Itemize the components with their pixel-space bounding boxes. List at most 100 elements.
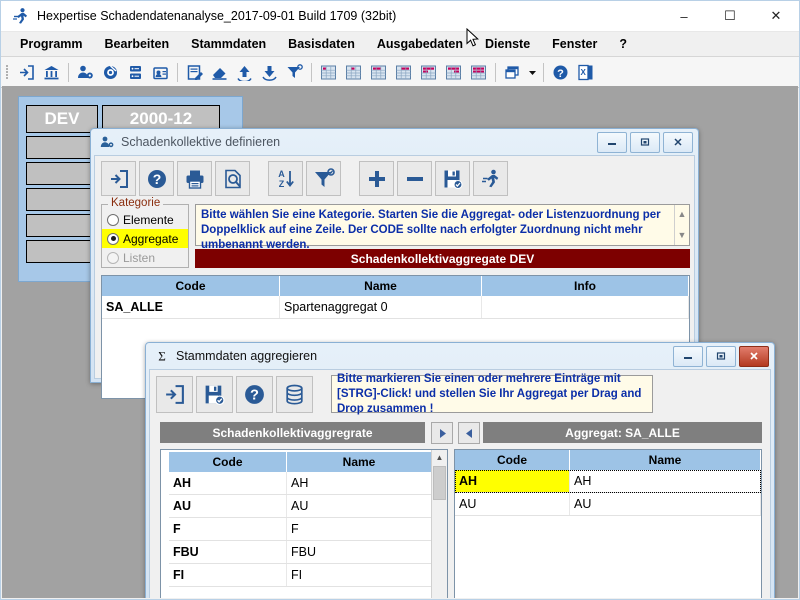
sort-az-icon[interactable]: AZ xyxy=(268,161,303,196)
target-icon[interactable] xyxy=(98,59,123,85)
menu-fenster[interactable]: Fenster xyxy=(541,35,608,53)
save-icon[interactable] xyxy=(196,375,233,413)
move-left-button[interactable] xyxy=(458,422,480,444)
table-row[interactable]: F F xyxy=(169,518,432,541)
excel-export-icon[interactable]: X xyxy=(573,59,598,85)
scroll-down-icon[interactable]: ▼ xyxy=(678,228,687,243)
radio-option-listen[interactable]: Listen xyxy=(102,248,188,267)
dialog2-body: ? Bitte markieren Sie einen oder mehrere… xyxy=(149,369,771,598)
window-list-icon[interactable] xyxy=(500,59,525,85)
dialog1-close-button[interactable] xyxy=(663,131,693,153)
help-icon[interactable]: ? xyxy=(236,375,273,413)
filter-icon[interactable] xyxy=(306,161,341,196)
print-icon[interactable] xyxy=(177,161,212,196)
upload-icon[interactable] xyxy=(232,59,257,85)
run-icon[interactable] xyxy=(473,161,508,196)
column-header-name[interactable]: Name xyxy=(570,450,761,470)
exit-icon[interactable] xyxy=(101,161,136,196)
column-header-name[interactable]: Name xyxy=(280,276,482,296)
dialog2-minimize-button[interactable] xyxy=(673,345,703,367)
form-edit-icon[interactable] xyxy=(182,59,207,85)
table-row[interactable]: AH AH xyxy=(455,470,761,493)
minimize-button[interactable]: – xyxy=(661,1,707,31)
dialog1-restore-button[interactable] xyxy=(630,131,660,153)
dialog2-left-grid[interactable]: Code Name AH AH AU AU F F FBU FBU FI FI … xyxy=(160,449,448,598)
column-header-code[interactable]: Code xyxy=(169,452,287,472)
left-grid-header: Code Name xyxy=(169,452,432,472)
save-icon[interactable] xyxy=(435,161,470,196)
eraser-icon[interactable] xyxy=(207,59,232,85)
minus-icon[interactable] xyxy=(397,161,432,196)
radio-option-aggregate[interactable]: Aggregate xyxy=(102,229,188,248)
dialog2-restore-button[interactable] xyxy=(706,345,736,367)
column-header-info[interactable]: Info xyxy=(482,276,689,296)
filter-settings-icon[interactable] xyxy=(282,59,307,85)
scroll-up-icon[interactable]: ▲ xyxy=(678,207,687,222)
menu-bearbeiten[interactable]: Bearbeiten xyxy=(94,35,181,53)
column-header-name[interactable]: Name xyxy=(287,452,432,472)
dialog1-minimize-button[interactable] xyxy=(597,131,627,153)
toolbar-separator xyxy=(543,62,544,82)
print-preview-icon[interactable] xyxy=(215,161,250,196)
cell-name: AU xyxy=(570,493,761,515)
svg-text:?: ? xyxy=(250,387,259,403)
table-row[interactable]: AU AU xyxy=(169,495,432,518)
dialog1-titlebar[interactable]: Schadenkollektive definieren xyxy=(91,129,698,155)
exit-icon[interactable] xyxy=(14,59,39,85)
table-icon-5[interactable] xyxy=(416,59,441,85)
dropdown-arrow-icon[interactable] xyxy=(525,59,539,85)
svg-text:A: A xyxy=(278,169,285,179)
exit-icon[interactable] xyxy=(156,375,193,413)
svg-text:Z: Z xyxy=(278,179,284,189)
column-header-code[interactable]: Code xyxy=(102,276,280,296)
menu-stammdaten[interactable]: Stammdaten xyxy=(180,35,277,53)
svg-text:Σ: Σ xyxy=(158,349,166,363)
plus-icon[interactable] xyxy=(359,161,394,196)
scroll-thumb[interactable] xyxy=(433,466,446,500)
dialog2-titlebar[interactable]: Σ Stammdaten aggregieren xyxy=(146,343,774,369)
table-row[interactable]: AH AH xyxy=(169,472,432,495)
dialog2-close-button[interactable] xyxy=(739,345,769,367)
table-row[interactable]: FI FI xyxy=(169,564,432,587)
table-icon-7[interactable] xyxy=(466,59,491,85)
menu-dienste[interactable]: Dienste xyxy=(474,35,541,53)
dialog2-right-grid[interactable]: Code Name AH AH AU AU xyxy=(454,449,762,598)
table-icon-3[interactable] xyxy=(366,59,391,85)
column-header-code[interactable]: Code xyxy=(455,450,570,470)
main-window-controls: – ☐ ✕ xyxy=(661,1,799,31)
radio-option-elemente[interactable]: Elemente xyxy=(102,210,188,229)
table-icon-2[interactable] xyxy=(341,59,366,85)
close-button[interactable]: ✕ xyxy=(753,1,799,31)
table-row[interactable]: FBU FBU xyxy=(169,541,432,564)
table-icon-4[interactable] xyxy=(391,59,416,85)
toolbar-grip[interactable] xyxy=(4,63,11,81)
bank-icon[interactable] xyxy=(39,59,64,85)
cell-name: F xyxy=(287,518,432,540)
download-icon[interactable] xyxy=(257,59,282,85)
user-settings-icon[interactable] xyxy=(73,59,98,85)
database-icon[interactable] xyxy=(276,375,313,413)
scroll-up-icon[interactable]: ▲ xyxy=(432,450,447,464)
table-icon-6[interactable] xyxy=(441,59,466,85)
main-title-text: Hexpertise Schadendatenanalyse_2017-09-0… xyxy=(37,9,397,23)
dialog2-toolbar: ? Bitte markieren Sie einen oder mehrere… xyxy=(150,370,770,418)
left-grid-scrollbar[interactable]: ▲ xyxy=(431,450,447,598)
hint-scrollbar[interactable]: ▲ ▼ xyxy=(674,205,689,245)
table-row[interactable]: SA_ALLE Spartenaggregat 0 xyxy=(102,296,689,319)
radio-label: Elemente xyxy=(123,212,174,227)
dialog-stammdaten-aggregieren[interactable]: Σ Stammdaten aggregieren ? Bitte markier… xyxy=(145,342,775,598)
table-row[interactable]: AU AU xyxy=(455,493,761,516)
server-icon[interactable] xyxy=(123,59,148,85)
menu-help[interactable]: ? xyxy=(608,35,638,53)
move-right-button[interactable] xyxy=(431,422,453,444)
menu-ausgabedaten[interactable]: Ausgabedaten xyxy=(366,35,474,53)
table-icon-1[interactable] xyxy=(316,59,341,85)
menu-programm[interactable]: Programm xyxy=(9,35,94,53)
help-icon[interactable]: ? xyxy=(139,161,174,196)
id-card-icon[interactable] xyxy=(148,59,173,85)
runner-icon xyxy=(9,5,31,27)
maximize-button[interactable]: ☐ xyxy=(707,1,753,31)
menu-basisdaten[interactable]: Basisdaten xyxy=(277,35,366,53)
help-icon[interactable]: ? xyxy=(548,59,573,85)
dialog2-window-controls xyxy=(673,345,772,367)
